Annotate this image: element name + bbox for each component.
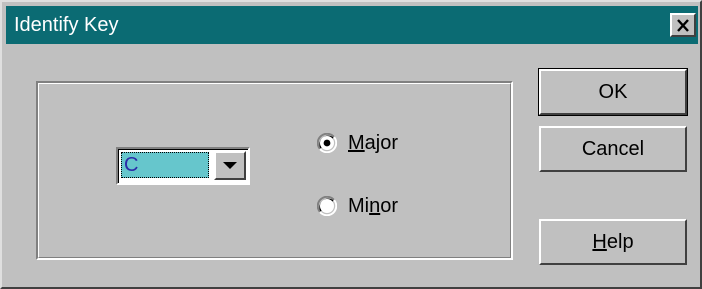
major-label: Major [348,132,399,154]
ok-button[interactable]: OK [538,68,688,116]
key-dropdown-value: C [121,152,209,178]
key-dropdown[interactable]: C [116,147,250,185]
title-bar[interactable]: Identify Key [6,6,698,44]
close-button[interactable] [670,13,696,37]
major-radio[interactable]: Major [316,131,399,155]
help-button[interactable]: Help [539,219,687,265]
radio-unchecked-icon [316,195,338,217]
minor-label: Minor [348,195,399,217]
dropdown-button[interactable] [214,151,246,180]
close-icon [677,18,689,32]
key-options-group [36,81,513,260]
radio-checked-icon [316,132,338,154]
minor-radio[interactable]: Minor [316,194,399,218]
dropdown-arrow-icon [223,161,237,169]
window-title: Identify Key [14,14,119,36]
cancel-button[interactable]: Cancel [539,126,687,172]
